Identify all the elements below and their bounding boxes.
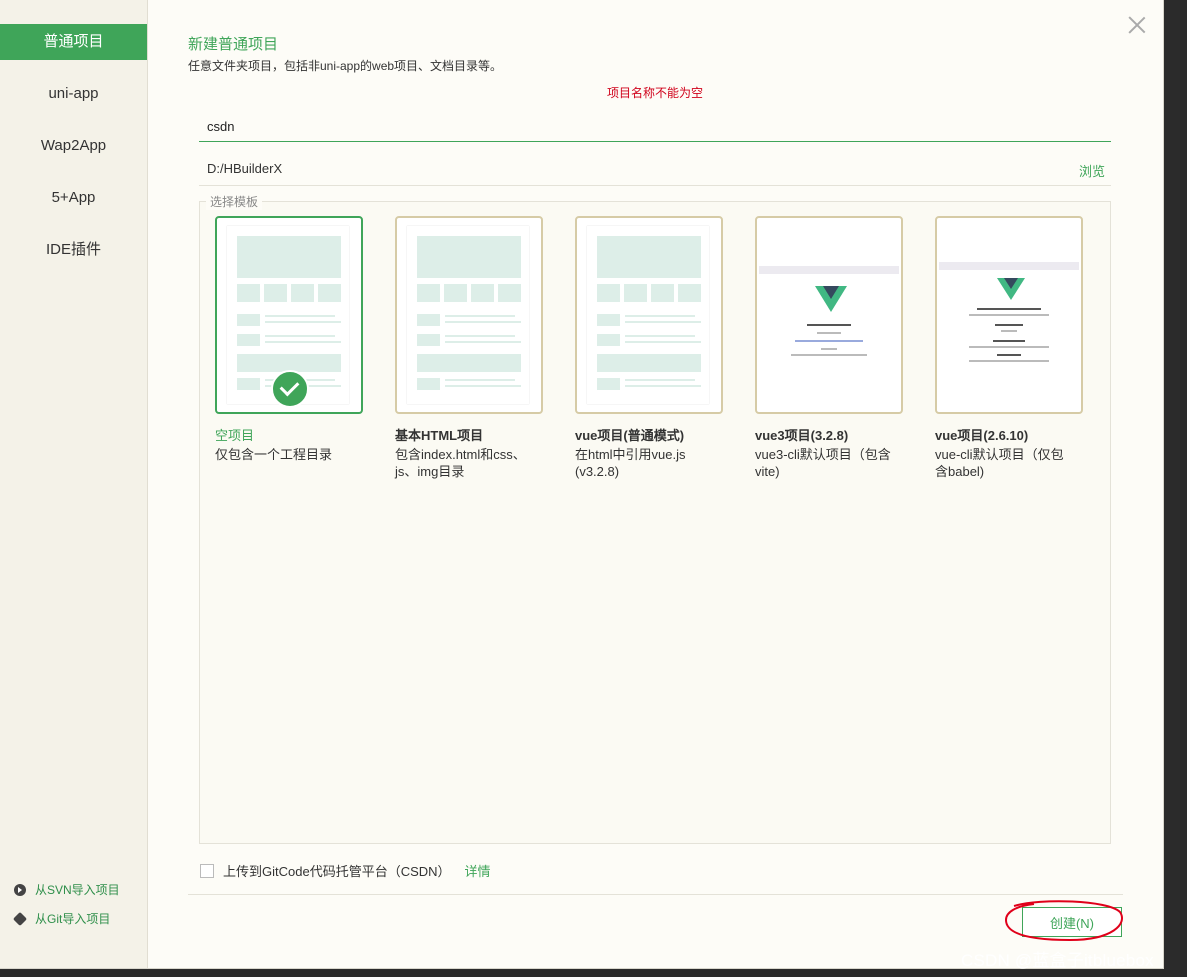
template-title: 空项目 — [215, 428, 255, 443]
project-path-field[interactable]: D:/HBuilderX — [207, 161, 282, 176]
template-thumbnail — [407, 226, 529, 404]
upload-gitcode-label: 上传到GitCode代码托管平台（CSDN） — [223, 864, 451, 879]
import-from-git-link[interactable]: 从Git导入项目 — [12, 910, 111, 927]
upload-gitcode-checkbox[interactable] — [200, 863, 214, 878]
template-card-vue2[interactable] — [935, 216, 1083, 414]
template-card-vue3[interactable] — [755, 216, 903, 414]
error-message: 项目名称不能为空 — [607, 86, 704, 100]
template-desc: 在html中引用vue.js (v3.2.8) — [575, 447, 686, 479]
import-from-svn-link[interactable]: 从SVN导入项目 — [14, 881, 120, 898]
vue3-vite-screenshot — [759, 266, 899, 370]
sidebar-item-5plus-app[interactable]: 5+App — [0, 180, 147, 216]
template-desc: 包含index.html和css、js、img目录 — [395, 447, 526, 479]
vue-cli-screenshot — [939, 262, 1079, 366]
sidebar-item-normal-project[interactable]: 普通项目 — [0, 24, 147, 60]
template-title: vue项目(普通模式) — [575, 428, 685, 443]
footer-divider — [188, 894, 1123, 895]
template-title: vue项目(2.6.10) — [935, 428, 1029, 443]
close-icon[interactable] — [1128, 16, 1146, 34]
watermark: CSDN @蓝盒子itbluebox — [961, 951, 1154, 970]
sidebar-item-ide-plugin[interactable]: IDE插件 — [0, 232, 147, 268]
browse-button[interactable]: 浏览 — [1079, 161, 1105, 180]
project-name-input[interactable] — [199, 112, 1111, 142]
template-desc: 仅包含一个工程目录 — [215, 447, 333, 462]
sidebar-item-wap2app[interactable]: Wap2App — [0, 128, 147, 164]
sidebar-item-uni-app[interactable]: uni-app — [0, 76, 147, 112]
template-title: vue3项目(3.2.8) — [755, 428, 849, 443]
template-legend: 选择模板 — [206, 193, 263, 210]
selected-check-icon — [271, 370, 309, 408]
template-card-basic-html[interactable] — [395, 216, 543, 414]
template-desc: vue3-cli默认项目（包含vite) — [755, 447, 891, 479]
git-icon — [12, 911, 28, 926]
project-path-row: D:/HBuilderX 浏览 — [199, 153, 1111, 186]
dialog-title: 新建普通项目 — [188, 36, 279, 53]
template-thumbnail — [587, 226, 709, 404]
template-card-vue-normal[interactable] — [575, 216, 723, 414]
svn-icon — [14, 883, 26, 896]
details-link[interactable]: 详情 — [465, 861, 491, 880]
upload-gitcode-row: 上传到GitCode代码托管平台（CSDN） 详情 — [200, 861, 491, 880]
dialog-subtitle: 任意文件夹项目，包括非uni-app的web项目、文档目录等。 — [188, 59, 503, 73]
new-project-dialog: 普通项目 uni-app Wap2App 5+App IDE插件 从SVN导入项… — [0, 0, 1164, 969]
project-type-sidebar: 普通项目 uni-app Wap2App 5+App IDE插件 从SVN导入项… — [0, 0, 148, 968]
import-from-svn-label: 从SVN导入项目 — [35, 883, 120, 897]
template-title: 基本HTML项目 — [395, 428, 484, 443]
template-card-empty[interactable] — [215, 216, 363, 414]
red-circle-annotation — [1004, 900, 1123, 942]
import-from-git-label: 从Git导入项目 — [35, 912, 111, 926]
template-desc: vue-cli默认项目（仅包含babel) — [935, 447, 1064, 479]
